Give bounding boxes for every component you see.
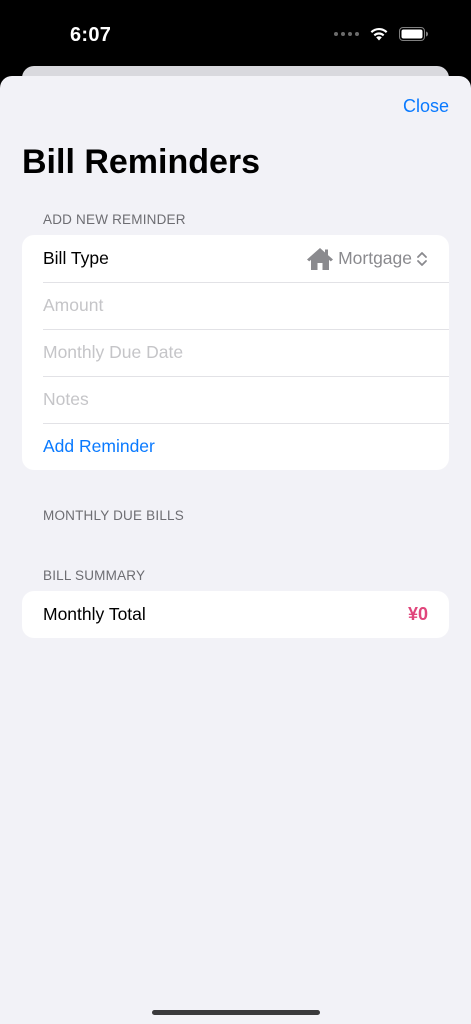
due-date-field[interactable]: Monthly Due Date [22, 329, 449, 376]
monthly-total-label: Monthly Total [43, 604, 146, 624]
section-header-due: MONTHLY DUE BILLS [43, 508, 184, 523]
section-header-summary: BILL SUMMARY [43, 568, 146, 583]
bill-summary-card: Monthly Total ¥0 [22, 591, 449, 638]
bill-type-row: Bill Type Mortgage [22, 235, 449, 282]
monthly-total-value: ¥0 [407, 604, 428, 624]
add-reminder-row: Add Reminder [22, 423, 449, 470]
chevron-up-down-icon [416, 251, 428, 267]
add-reminder-button[interactable]: Add Reminder [43, 436, 155, 457]
home-indicator [152, 1010, 320, 1015]
notes-placeholder: Notes [43, 389, 89, 409]
add-reminder-form: Bill Type Mortgage Amount Monthly Due Da… [22, 235, 449, 470]
due-date-placeholder: Monthly Due Date [43, 342, 184, 362]
monthly-total-row: Monthly Total ¥0 [22, 591, 449, 638]
status-bar: 6:07 [0, 0, 471, 70]
close-button[interactable]: Close [403, 96, 449, 117]
bill-type-picker[interactable]: Mortgage [306, 247, 428, 271]
status-time: 6:07 [70, 24, 112, 46]
notes-field[interactable]: Notes [22, 376, 449, 423]
house-icon [306, 247, 334, 271]
bill-reminders-sheet: Close Bill Reminders ADD NEW REMINDER Bi… [0, 76, 471, 1024]
battery-icon [399, 26, 429, 41]
status-icons [334, 26, 429, 41]
amount-field[interactable]: Amount [22, 282, 449, 329]
section-header-add: ADD NEW REMINDER [43, 212, 186, 227]
bill-type-value: Mortgage [338, 248, 412, 268]
amount-placeholder: Amount [43, 295, 104, 315]
page-title: Bill Reminders [22, 143, 261, 181]
wifi-icon [369, 26, 389, 41]
bill-type-label: Bill Type [43, 248, 109, 268]
cellular-signal-icon [334, 31, 359, 36]
